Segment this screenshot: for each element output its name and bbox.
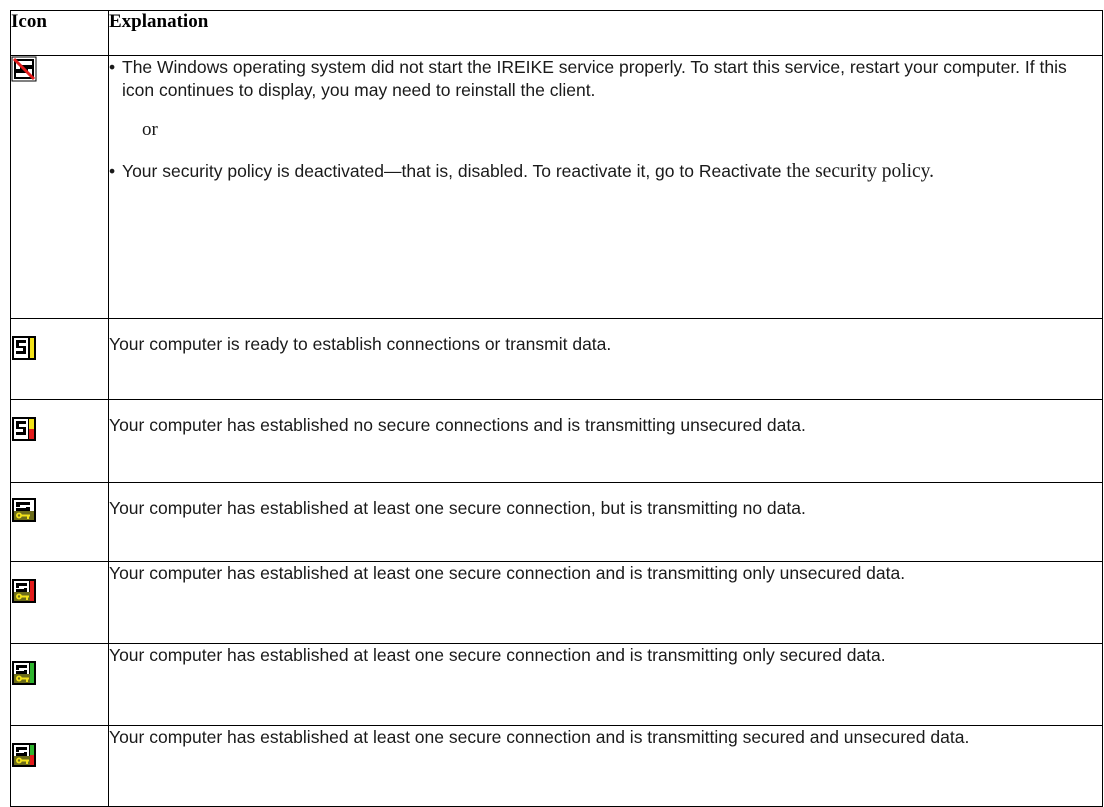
- icon-cell: [10, 399, 109, 483]
- table-row: Your computer is ready to establish conn…: [10, 318, 1103, 400]
- icon-cell: [10, 318, 109, 400]
- explanation-cell: Your computer has established at least o…: [108, 725, 1103, 807]
- header-icon: Icon: [10, 10, 109, 56]
- disabled-s-icon: [11, 56, 37, 82]
- explanation-text: The Windows operating system did not sta…: [122, 57, 1067, 100]
- explanation-cell: Your computer has established at least o…: [108, 643, 1103, 726]
- table-row: Your computer has established no secure …: [10, 399, 1103, 483]
- explanation-cell: • The Windows operating system did not st…: [108, 55, 1103, 319]
- table-row: • The Windows operating system did not st…: [10, 55, 1103, 319]
- explanation-cell: Your computer has established at least o…: [108, 561, 1103, 644]
- unsecured-s-icon: [12, 417, 36, 441]
- explanation-cell: Your computer is ready to establish conn…: [108, 318, 1103, 400]
- table-row: Your computer has established at least o…: [10, 561, 1103, 644]
- icon-cell: [10, 561, 109, 644]
- key-idle-icon: [12, 498, 36, 522]
- list-item: • Your security policy is deactivated—tha…: [109, 161, 935, 182]
- table-row: Your computer has established at least o…: [10, 725, 1103, 807]
- explanation-cell: Your computer has established at least o…: [108, 482, 1103, 562]
- ready-s-icon: [12, 336, 36, 360]
- explanation-cell: Your computer has established no secure …: [108, 399, 1103, 483]
- icon-cell: [10, 55, 109, 319]
- explanation-text-serif: the security policy.: [786, 161, 935, 182]
- icon-cell: [10, 725, 109, 807]
- list-item: • The Windows operating system did not st…: [109, 57, 1067, 100]
- key-mixed-icon: [12, 743, 36, 767]
- key-unsecured-icon: [12, 579, 36, 603]
- table-row: Your computer has established at least o…: [10, 643, 1103, 726]
- explanation-text: Your security policy is deactivated—that…: [122, 161, 782, 181]
- icon-cell: [10, 643, 109, 726]
- icon-cell: [10, 482, 109, 562]
- icon-explanation-table: Icon Explanation • The Windows operating …: [10, 10, 1103, 807]
- or-separator: or: [142, 119, 158, 140]
- key-secured-icon: [12, 661, 36, 685]
- header-explanation: Explanation: [108, 10, 1103, 56]
- table-row: Your computer has established at least o…: [10, 482, 1103, 562]
